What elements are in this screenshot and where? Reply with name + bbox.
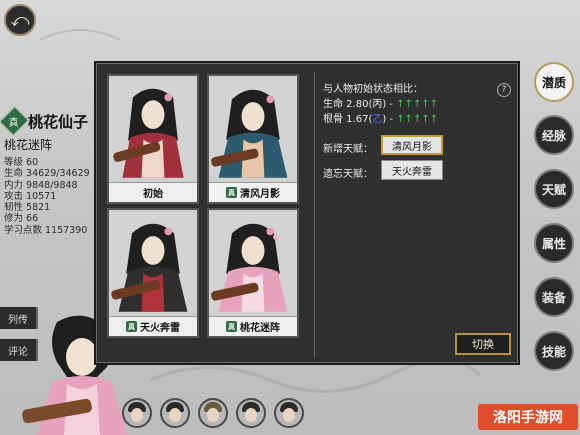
back-arrow-icon: ⤺ <box>10 9 30 31</box>
back-button[interactable]: ⤺ <box>4 4 36 36</box>
stat-learning-points: 学习点数 1157390 <box>4 224 88 236</box>
new-talent-label: 新增天赋： <box>323 144 373 155</box>
rank-badge-icon: 真 <box>126 321 137 332</box>
form-card-taohuamizhen[interactable]: 真 桃花迷阵 <box>207 208 299 338</box>
character-stats: 等级 60 生命 34629/34629 内力 9848/9848 攻击 105… <box>4 157 96 236</box>
character-name: 桃花仙子 <box>28 113 89 131</box>
form-card-label: 真 桃花迷阵 <box>209 316 297 336</box>
form-card-qingfengyueying[interactable]: 真 清风月影 <box>207 74 299 204</box>
form-card-art <box>209 212 297 312</box>
party-avatar[interactable] <box>122 398 152 428</box>
tab-attributes[interactable]: 属性 <box>534 223 574 263</box>
stat-cultivation: 修为 66 <box>4 213 39 225</box>
form-card-art <box>109 212 197 312</box>
form-card-initial[interactable]: 初始 <box>107 74 199 204</box>
form-card-label: 真 清风月影 <box>209 182 297 202</box>
help-icon[interactable]: ? <box>497 83 511 97</box>
compare-title: 与人物初始状态相比： <box>323 84 423 95</box>
tab-equipment[interactable]: 装备 <box>534 277 574 317</box>
bone-growth-row: 根骨 1.67(乙) - ↑↑↑↑↑ <box>323 114 439 125</box>
party-avatar[interactable] <box>274 398 304 428</box>
character-style-title: 桃花迷阵 <box>4 138 53 152</box>
party-avatar[interactable] <box>236 398 266 428</box>
increase-arrows-icon: ↑↑↑↑↑ <box>396 99 439 110</box>
form-card-art <box>209 78 297 178</box>
new-talent-value[interactable]: 清风月影 <box>381 135 443 155</box>
lost-talent-value[interactable]: 天火奔雷 <box>381 160 443 180</box>
party-avatar[interactable] <box>198 398 228 428</box>
life-growth-row: 生命 2.80(丙) - ↑↑↑↑↑ <box>323 99 439 110</box>
tab-potential[interactable]: 潜质 <box>534 62 574 102</box>
switch-form-button[interactable]: 切换 <box>455 333 511 355</box>
rank-badge-icon: 真 <box>226 187 237 198</box>
stat-attack: 攻击 10571 <box>4 190 57 202</box>
rank-badge-icon: 真 <box>226 321 237 332</box>
form-card-label: 初始 <box>109 182 197 202</box>
stat-life: 生命 34629/34629 <box>4 168 90 180</box>
stat-toughness: 韧性 5821 <box>4 202 51 214</box>
tab-skills[interactable]: 技能 <box>534 331 574 371</box>
stat-level: 等级 60 <box>4 157 39 168</box>
increase-arrows-icon: ↑↑↑↑↑ <box>396 114 439 125</box>
form-card-label: 真 天火奔雷 <box>109 316 197 336</box>
character-rank-badge: 真 <box>0 106 29 136</box>
tab-meridians[interactable]: 经脉 <box>534 115 574 155</box>
form-card-art <box>109 78 197 178</box>
party-avatar[interactable] <box>160 398 190 428</box>
lost-talent-label: 遗忘天赋： <box>323 169 373 180</box>
form-card-tianhuobenlei[interactable]: 真 天火奔雷 <box>107 208 199 338</box>
tab-talents[interactable]: 天赋 <box>534 169 574 209</box>
stat-mana: 内力 9848/9848 <box>4 179 78 191</box>
site-watermark-logo: 洛阳手游网 <box>478 404 578 430</box>
panel-divider <box>314 72 315 357</box>
